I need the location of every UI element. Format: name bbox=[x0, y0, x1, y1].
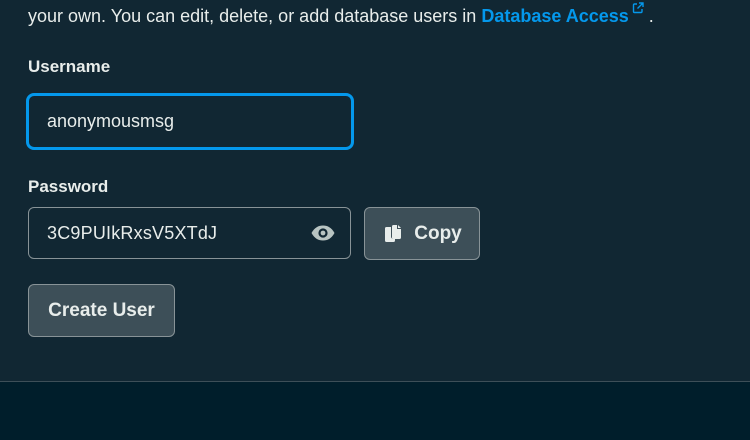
eye-icon[interactable] bbox=[310, 222, 336, 244]
intro-text: your own. You can edit, delete, or add d… bbox=[28, 2, 654, 28]
page-footer-area bbox=[0, 382, 750, 440]
external-link-icon bbox=[632, 2, 644, 14]
password-field[interactable]: 3C9PUIkRxsV5XTdJ bbox=[28, 207, 351, 259]
intro-trailing: . bbox=[643, 6, 654, 26]
copy-icon bbox=[385, 224, 402, 242]
username-input[interactable] bbox=[26, 93, 354, 150]
intro-body: your own. You can edit, delete, or add d… bbox=[28, 6, 482, 26]
password-value: 3C9PUIkRxsV5XTdJ bbox=[47, 223, 218, 243]
database-access-link-label: Database Access bbox=[481, 6, 629, 26]
copy-button-label: Copy bbox=[414, 222, 462, 244]
copy-button[interactable]: Copy bbox=[364, 207, 480, 260]
database-access-link[interactable]: Database Access bbox=[481, 2, 644, 26]
password-label: Password bbox=[28, 177, 109, 196]
create-user-button[interactable]: Create User bbox=[28, 284, 175, 337]
username-label: Username bbox=[28, 57, 111, 76]
create-user-panel: your own. You can edit, delete, or add d… bbox=[0, 0, 750, 382]
